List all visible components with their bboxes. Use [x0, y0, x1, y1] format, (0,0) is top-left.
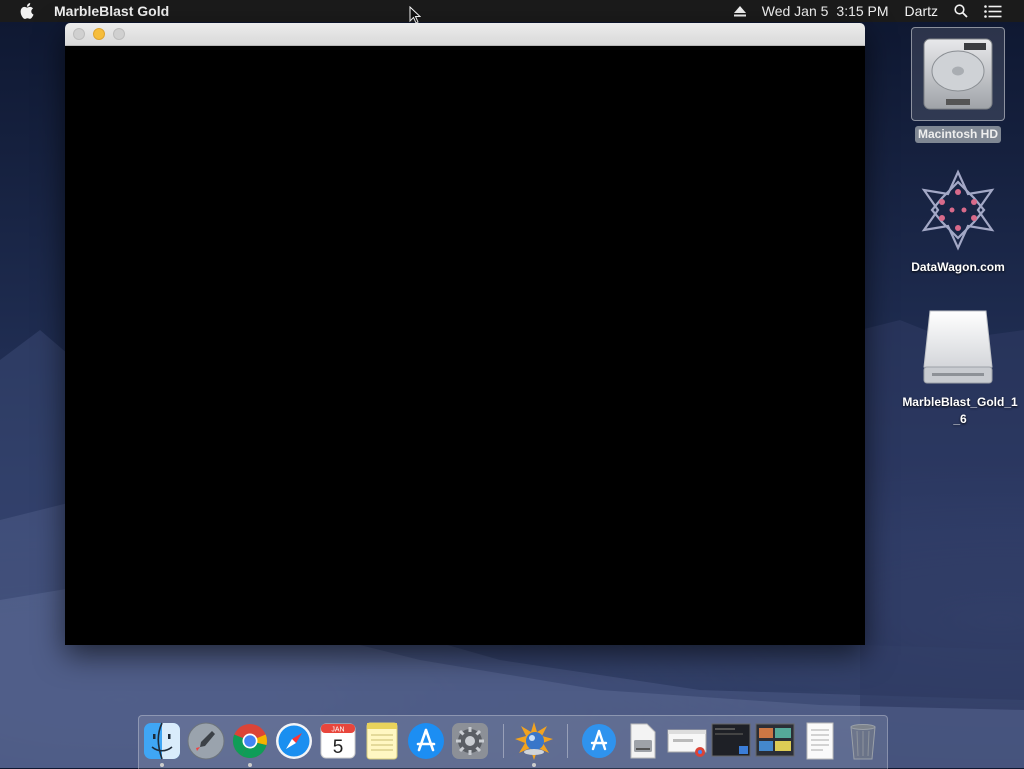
game-viewport[interactable] — [65, 46, 865, 645]
running-indicator — [160, 763, 164, 767]
dock-safari[interactable] — [275, 722, 313, 760]
mouse-cursor-icon — [409, 6, 421, 24]
dock-separator — [503, 724, 504, 758]
dock-screenshot-2[interactable] — [755, 722, 795, 760]
window-close-button[interactable] — [73, 28, 85, 40]
document-icon — [806, 722, 834, 760]
dock-document[interactable] — [801, 722, 839, 760]
dock-finder[interactable] — [143, 722, 181, 767]
calendar-icon: JAN 5 — [320, 723, 356, 759]
desktop-icon-marbleblast-dmg[interactable]: MarbleBlast_Gold_1_6 — [898, 307, 1018, 428]
app-store-icon — [582, 724, 616, 758]
marbleblast-icon — [515, 722, 553, 760]
menu-bar: MarbleBlast Gold Wed Jan 5 3:15 PM Dartz — [0, 0, 1024, 22]
dock-chrome-window[interactable] — [667, 722, 707, 760]
datawagon-logo-icon — [921, 169, 995, 251]
notes-icon — [366, 722, 398, 760]
apple-menu-icon[interactable] — [20, 0, 38, 22]
desktop-icon-label: Macintosh HD — [914, 126, 1001, 143]
window-minimize-button[interactable] — [93, 28, 105, 40]
window-zoom-button[interactable] — [113, 28, 125, 40]
dock-applications-folder[interactable] — [580, 722, 618, 760]
hard-drive-icon — [923, 38, 993, 110]
disk-image-icon — [923, 310, 993, 384]
gear-icon — [452, 723, 488, 759]
desktop-icon-label: MarbleBlast_Gold_1_6 — [902, 395, 1018, 426]
screenshot-icon — [711, 723, 751, 757]
dock-notes[interactable] — [363, 722, 401, 760]
screenshot-icon — [755, 723, 795, 757]
desktop-icon-macintosh-hd[interactable]: Macintosh HD — [898, 27, 1018, 143]
desktop-icon-datawagon[interactable]: DataWagon.com — [898, 168, 1018, 276]
dock-launchpad[interactable] — [187, 722, 225, 760]
dock-disk-image[interactable] — [623, 722, 661, 760]
spotlight-search-icon[interactable] — [954, 4, 968, 18]
finder-icon — [144, 722, 180, 760]
safari-icon — [276, 723, 312, 759]
dock-chrome[interactable] — [231, 722, 269, 767]
clock-date[interactable]: Wed Jan 5 — [762, 3, 829, 19]
running-indicator — [248, 763, 252, 767]
dock: JAN 5 — [138, 715, 888, 769]
launchpad-icon — [187, 722, 225, 760]
dock-marbleblast[interactable] — [515, 722, 553, 767]
window-titlebar[interactable] — [65, 23, 865, 46]
disk-image-icon — [630, 723, 656, 759]
app-store-icon — [408, 723, 444, 759]
dock-calendar[interactable]: JAN 5 — [319, 722, 357, 760]
chrome-window-icon — [667, 729, 707, 757]
clock-time[interactable]: 3:15 PM — [836, 3, 888, 19]
trash-icon — [850, 724, 876, 760]
dock-screenshot-1[interactable] — [711, 722, 751, 760]
dock-separator — [567, 724, 568, 758]
app-name-menu[interactable]: MarbleBlast Gold — [54, 3, 169, 19]
running-indicator — [532, 763, 536, 767]
calendar-day: 5 — [333, 737, 344, 758]
dock-system-preferences[interactable] — [451, 722, 489, 760]
dock-app-store[interactable] — [407, 722, 445, 760]
calendar-month: JAN — [331, 727, 344, 734]
notification-center-icon[interactable] — [984, 4, 1002, 18]
dock-trash[interactable] — [844, 722, 882, 760]
user-menu[interactable]: Dartz — [905, 3, 938, 19]
game-window[interactable] — [65, 23, 865, 645]
chrome-icon — [232, 724, 267, 758]
eject-icon[interactable] — [733, 5, 746, 17]
desktop-icon-label: DataWagon.com — [911, 260, 1005, 274]
